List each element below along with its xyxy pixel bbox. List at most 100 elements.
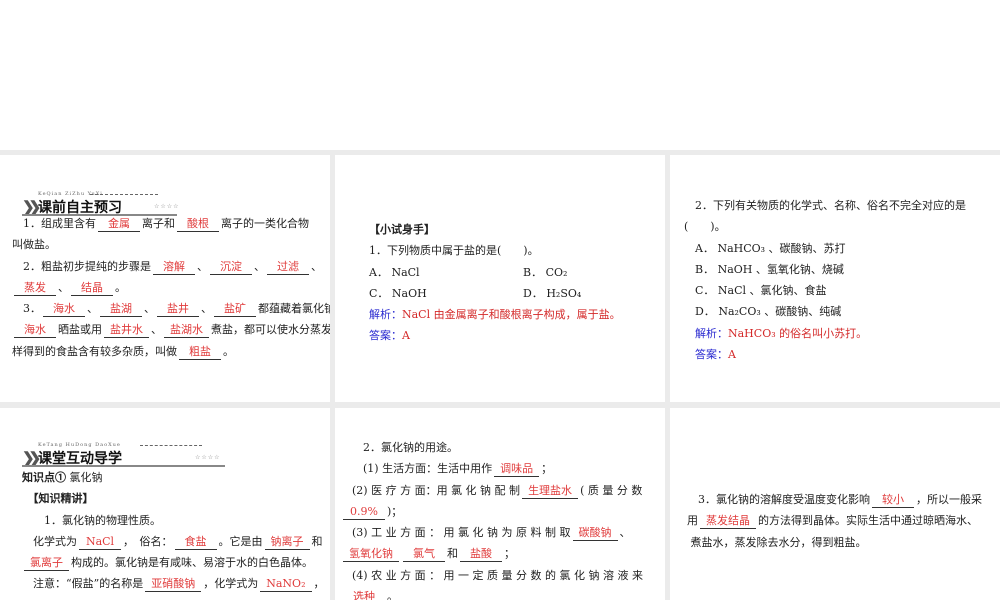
text-segment: 3．氯化钠的溶解度受温度变化影响 — [676, 493, 870, 506]
text-segment: (2) 医 疗 方 面：用 氯 化 钠 配 制 — [341, 483, 521, 497]
answer-blank: 盐井水 — [104, 323, 149, 339]
stars-icon: ☆☆☆☆ — [195, 454, 221, 461]
stars-icon: ☆☆☆☆ — [154, 203, 180, 210]
text-segment: ， 俗名： — [123, 534, 173, 548]
text-line: (4) 农 业 方 面 ： 用 一 定 质 量 分 数 的 氯 化 钠 溶 液 … — [341, 565, 665, 586]
text-line: (3) 工 业 方 面 ： 用 氯 化 钠 为 原 料 制 取碳酸钠、 — [341, 522, 665, 543]
slide-practice-1[interactable]: 【小试身手】 1．下列物质中属于盐的是( )。 A． NaCl B． CO₂ C． Na… — [335, 155, 665, 402]
text-segment: ，所以一般采 — [916, 493, 982, 506]
text-segment: NaCl 由金属离子和酸根离子构成，属于盐。 — [402, 308, 621, 322]
text-segment: 、 — [197, 259, 208, 273]
text-segment: 2．粗盐初步提纯的步骤是 — [12, 259, 151, 273]
text-segment: (1) 生活方面：生活中用作 — [341, 462, 493, 476]
answer-blank: 海水 — [14, 323, 56, 339]
text-segment: C． NaCl 、氯化钠、食盐 — [684, 284, 827, 298]
text-segment: )； — [387, 504, 403, 518]
slide-text: 知识点① 氯化钠 【知识精讲】 1．氯化钠的物理性质。 化学式为 NaCl， 俗名… — [22, 467, 330, 595]
answer-blank: 氯离子 — [24, 556, 69, 572]
text-line: 叫做盐。 — [12, 234, 330, 255]
text-segment: 化学式为 — [22, 534, 77, 548]
text-segment: 、 — [58, 280, 69, 294]
text-line: 样得到的食盐含有较多杂质，叫做 粗盐。 — [12, 341, 330, 362]
text-line: 解析：NaHCO₃ 的俗名叫小苏打。 — [684, 323, 1000, 344]
slide-text: 3．氯化钠的溶解度受温度变化影响 较小 ，所以一般采 用蒸发结晶 的方法得到晶体。实际… — [676, 489, 1000, 553]
answer-blank: 酸根 — [177, 217, 219, 232]
text-segment: 和 — [447, 547, 458, 561]
slide-preview[interactable]: ❯❯ KeQian ZiZhu YuXi 课前自主预习 ☆☆☆☆ 1．组成里含有… — [0, 155, 330, 402]
slide-classroom[interactable]: ❯❯ KeTang HuDong DaoXue 课堂互动导学 ☆☆☆☆ 知识点①… — [0, 408, 330, 600]
text-segment: 知识点① — [22, 471, 66, 484]
text-segment: 和 — [311, 534, 323, 548]
text-line: 1．组成里含有 金属 离子和 酸根 离子的一类化合物 — [12, 213, 330, 234]
answer-blank: NaCl — [79, 535, 121, 550]
text-line: 知识点① 氯化钠 — [22, 467, 330, 488]
text-segment: NaHCO₃ 的俗名叫小苏打。 — [728, 326, 868, 340]
text-segment: C． NaOH — [369, 286, 427, 300]
answer-blank: 亚硝酸钠 — [145, 577, 202, 593]
text-segment: 离子和 — [142, 217, 175, 230]
answer-blank: 盐酸 — [460, 547, 502, 563]
answer-blank: 盐井 — [157, 302, 199, 318]
label-text: 答案： — [684, 348, 728, 362]
text-line: 海水晒盐或用盐井水、盐湖水煮盐，都可以使水分蒸发，这 — [12, 319, 330, 340]
answer-blank: 盐矿 — [214, 302, 256, 318]
slide-solubility[interactable]: 3．氯化钠的溶解度受温度变化影响 较小 ，所以一般采 用蒸发结晶 的方法得到晶体。实际… — [670, 408, 1000, 600]
text-line: 3．海水、盐湖、盐井、盐矿都蕴藏着氯化钠，用 — [12, 298, 330, 319]
text-segment: 注意：“假盐”的名称是 — [22, 577, 144, 591]
text-segment: 都蕴藏着氯化钠，用 — [258, 302, 330, 316]
text-segment: 、 — [254, 259, 265, 273]
answer-blank: 盐湖 — [100, 302, 142, 318]
text-segment: 、 — [87, 302, 98, 316]
answer-blank: 盐湖水 — [164, 323, 209, 339]
text-segment: A． NaCl — [369, 265, 420, 279]
text-segment: 1．组成里含有 — [12, 217, 96, 230]
text-line: A． NaCl B． CO₂ — [369, 262, 665, 283]
text-segment: 用 — [676, 514, 698, 528]
text-segment: 的方法得到晶体。实际生活中通过晾晒海水、 — [758, 514, 978, 528]
text-segment: D． H₂SO₄ — [523, 286, 582, 300]
text-line: ( )。 — [684, 216, 1000, 237]
text-line: 3．氯化钠的溶解度受温度变化影响 较小 ，所以一般采 — [676, 489, 1000, 510]
slide-practice-2[interactable]: 2．下列有关物质的化学式、名称、俗名不完全对应的是 ( )。 A． NaHCO₃ … — [670, 155, 1000, 402]
text-segment: 晒盐或用 — [58, 323, 102, 337]
text-line: 答案：A — [369, 325, 665, 346]
text-line: 1．氯化钠的物理性质。 — [22, 510, 330, 531]
text-line: 答案：A — [684, 344, 1000, 365]
text-segment: ， — [313, 577, 325, 591]
text-segment: 【知识精讲】 — [22, 492, 94, 506]
text-line: 化学式为 NaCl， 俗名： 食盐 。它是由 钠离子和 — [22, 531, 330, 552]
text-line: 用蒸发结晶 的方法得到晶体。实际生活中通过晾晒海水、 — [676, 510, 1000, 531]
text-line: 煮盐水，蒸发除去水分，得到粗盐。 — [676, 532, 1000, 553]
text-segment: 煮盐，都可以使水分蒸发，这 — [211, 323, 330, 337]
text-segment: 2．氯化钠的用途。 — [341, 441, 458, 454]
text-segment: (3) 工 业 方 面 ： 用 氯 化 钠 为 原 料 制 取 — [341, 526, 571, 540]
answer-blank: 过滤 — [267, 260, 309, 275]
text-segment: 2．下列有关物质的化学式、名称、俗名不完全对应的是 — [684, 199, 966, 212]
text-segment: 离子的一类化合物 — [221, 217, 309, 230]
slide-text: 2．氯化钠的用途。 (1) 生活方面：生活中用作 调味品 ； (2) 医 疗 方 面… — [341, 437, 665, 600]
label-text: 解析： — [684, 326, 728, 340]
answer-blank: 溶解 — [153, 260, 195, 275]
text-segment: 煮盐水，蒸发除去水分，得到粗盐。 — [676, 535, 867, 549]
label-text: 解析： — [369, 308, 402, 322]
text-line: 注意：“假盐”的名称是 亚硝酸钠 ，化学式为 NaNO₂， — [22, 573, 330, 594]
text-segment: 1．氯化钠的物理性质。 — [22, 513, 161, 527]
text-segment: 、 — [201, 302, 212, 316]
text-segment: 。它是由 — [218, 534, 263, 548]
text-line: 氢氧化钠 氯气和盐酸； — [341, 543, 665, 564]
text-line: 【小试身手】 — [369, 219, 665, 240]
text-line: 1．下列物质中属于盐的是( )。 — [369, 240, 665, 261]
slide-text: 2．下列有关物质的化学式、名称、俗名不完全对应的是 ( )。 A． NaHCO₃ … — [684, 195, 1000, 365]
text-segment: ( 质 量 分 数 — [580, 483, 643, 497]
text-segment: B． CO₂ — [523, 265, 568, 279]
answer-blank: 沉淀 — [210, 260, 252, 275]
text-segment: ，化学式为 — [203, 577, 259, 591]
text-line: 【知识精讲】 — [22, 488, 330, 509]
answer-blank: 蒸发结晶 — [700, 514, 756, 530]
answer-blank: 调味品 — [494, 462, 540, 478]
text-segment: ； — [504, 547, 515, 561]
answer-blank: 氢氧化钠 — [343, 547, 399, 563]
text-segment: 、 — [144, 302, 155, 316]
text-segment: 、 — [311, 259, 322, 273]
slide-uses[interactable]: 2．氯化钠的用途。 (1) 生活方面：生活中用作 调味品 ； (2) 医 疗 方 面… — [335, 408, 665, 600]
